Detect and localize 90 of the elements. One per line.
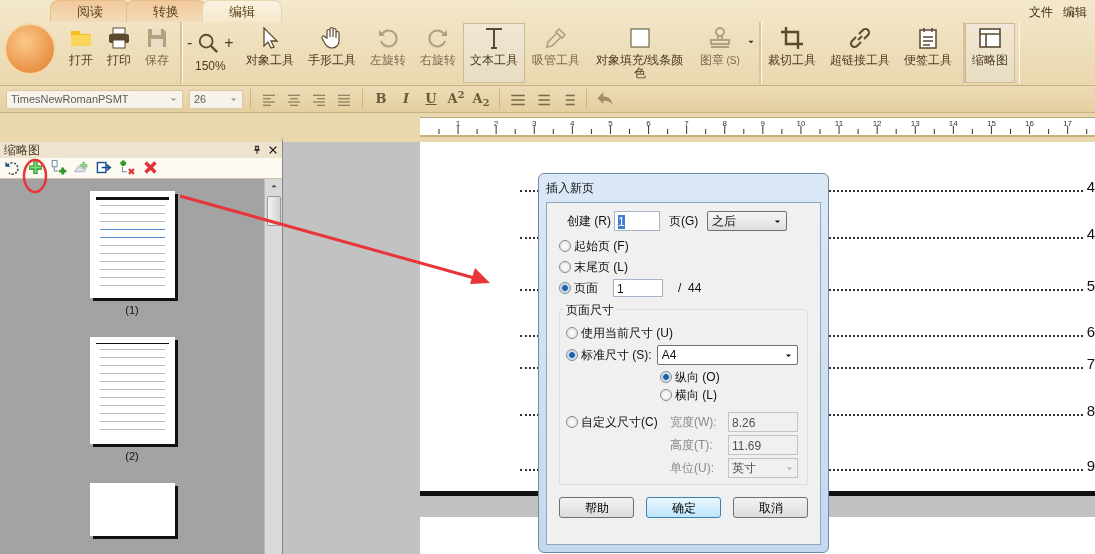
text-style-button[interactable]: U (420, 88, 442, 110)
toolbar-button[interactable]: 文本工具 (462, 23, 525, 83)
field-label: 创建 (R) (567, 213, 611, 230)
field-label: 页(G) (669, 213, 699, 230)
font-select[interactable]: TimesNewRomanPSMT (6, 89, 183, 109)
toolbar-button[interactable]: 对象工具 (238, 23, 301, 83)
toolbar-button[interactable]: 打开 (62, 23, 100, 83)
toolbar-button[interactable]: 手形工具 (300, 23, 363, 83)
zoom-icon[interactable] (197, 31, 220, 54)
page-thumbnail[interactable] (89, 482, 175, 536)
radio-label: 末尾页 (L) (574, 259, 628, 276)
radio-button[interactable] (559, 261, 571, 273)
menu-item[interactable]: 文件 (1024, 3, 1058, 21)
radio-button[interactable] (566, 327, 578, 339)
paper-size-select[interactable]: A4 (656, 345, 798, 365)
ruler: 1 2 3 4 5 6 7 8 9 10 11 12 13 14 15 16 17 (420, 117, 1095, 137)
pin-icon[interactable] (252, 144, 262, 155)
radio-label: 使用当前尺寸 (U) (581, 325, 673, 342)
dialog-title: 插入新页 (546, 180, 595, 197)
panel-layout-icon (977, 26, 1002, 50)
toolbar-button[interactable]: 超链接工具 (822, 23, 897, 83)
radio-button[interactable] (660, 389, 672, 401)
text-style-button[interactable]: I (395, 88, 417, 110)
page-thumbnail[interactable] (89, 191, 175, 299)
toolbar-button[interactable]: 打印 (100, 23, 138, 83)
toolbar-button[interactable]: 便签工具 (896, 23, 959, 83)
crop-icon (779, 26, 804, 50)
page-number: 9 (1085, 458, 1095, 473)
position-select[interactable]: 之后 (707, 211, 788, 231)
page-number-field[interactable]: 1 (613, 279, 663, 297)
radio-button[interactable] (559, 240, 571, 252)
radio-label: 标准尺寸 (S): (581, 347, 652, 364)
app-logo (6, 25, 54, 73)
field-label: 高度(T): (670, 437, 714, 454)
zoom-in-button[interactable]: + (222, 34, 236, 51)
scrollbar[interactable] (264, 179, 282, 554)
group-title: 页面尺寸 (564, 301, 616, 319)
radio-label: 起始页 (F) (574, 238, 629, 255)
radio-button[interactable] (566, 416, 578, 428)
radio-button[interactable] (660, 371, 672, 383)
toolbar-button[interactable]: 缩略图 (964, 23, 1015, 83)
page-count-field[interactable]: 1 (614, 211, 660, 231)
page-number: 5 (1085, 278, 1095, 293)
field-label: 宽度(W): (670, 414, 718, 431)
close-icon[interactable] (268, 144, 278, 155)
page-number: 6 (1085, 324, 1095, 339)
page-plus-icon[interactable] (50, 159, 67, 177)
toolbar-button[interactable]: 裁切工具 (760, 23, 823, 83)
ribbon-tab[interactable]: 编辑 (202, 0, 282, 22)
panel-title: 缩略图 (4, 143, 40, 156)
menu-item[interactable]: 编辑 (1058, 3, 1092, 21)
link-icon (847, 26, 872, 50)
scrollbar-thumb[interactable] (266, 196, 281, 227)
radio-button[interactable] (566, 349, 578, 361)
printer-icon (107, 26, 131, 50)
annotation-circle (22, 158, 48, 194)
page-number: 8 (1085, 403, 1095, 418)
font-size-select[interactable]: 26 (189, 89, 243, 109)
radio-label: 纵向 (O) (675, 369, 720, 386)
field-label: 单位(U): (670, 460, 715, 477)
dialog-button[interactable]: 确定 (646, 497, 721, 518)
radio-button[interactable] (559, 282, 571, 294)
radio-label: 页面 (574, 280, 598, 297)
stamp-icon (707, 26, 732, 50)
thumbnail-label: (2) (125, 449, 139, 464)
dialog-button[interactable]: 取消 (733, 497, 808, 518)
radio-label: 横向 (L) (675, 387, 717, 404)
page-number: 4 (1085, 179, 1095, 194)
page-replace-icon[interactable] (119, 159, 136, 177)
page-number: 4 (1085, 226, 1095, 241)
dialog-button[interactable]: 帮助 (559, 497, 634, 518)
ribbon-tab[interactable]: 转换 (126, 0, 206, 22)
text-style-button[interactable]: B (370, 88, 392, 110)
radio-label: 自定义尺寸(C) (581, 414, 658, 431)
floppy-icon (145, 26, 169, 50)
page-total: / 44 (678, 280, 702, 297)
ribbon-tab[interactable]: 阅读 (50, 0, 130, 22)
caret-icon[interactable] (746, 38, 755, 46)
text-style-button[interactable]: A$^{2}$ (445, 88, 467, 110)
thumbnail-label: (1) (125, 303, 139, 319)
rotate-icon[interactable] (4, 159, 21, 177)
zoom-level: 150% (195, 57, 226, 75)
eyedropper-icon (543, 26, 568, 50)
text-style-button[interactable]: A$_{2}$ (470, 88, 492, 110)
toolbar-button[interactable]: 对象填充/线条颜色 (586, 23, 693, 83)
zoom-out-button[interactable]: - (185, 34, 195, 51)
page-thumbnail[interactable] (89, 337, 175, 444)
page-number: 7 (1085, 356, 1095, 371)
color-swatch-icon (627, 26, 652, 50)
plus-icon[interactable] (27, 159, 44, 177)
